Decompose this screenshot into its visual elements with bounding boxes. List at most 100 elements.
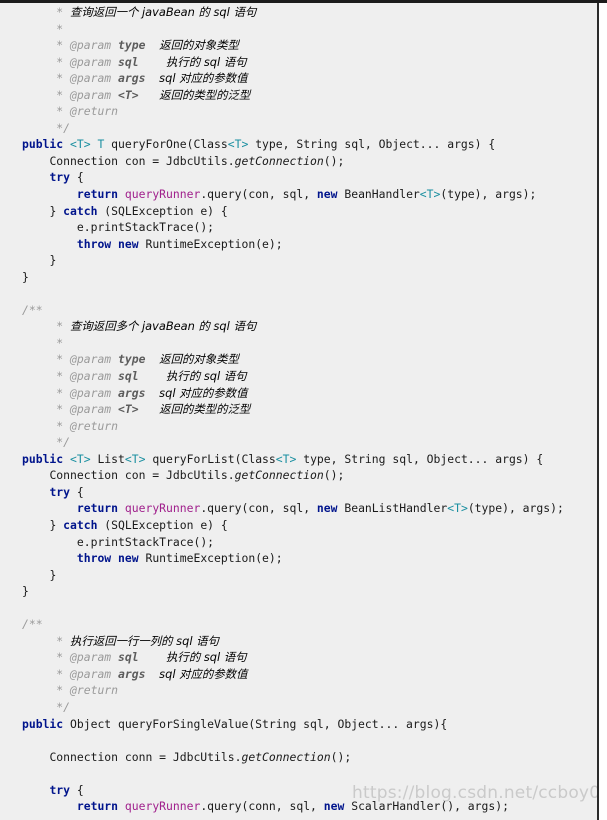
code-line[interactable]: }	[0, 583, 599, 600]
code-line[interactable]: * 查询返回一个 javaBean 的 sql 语句	[0, 4, 599, 21]
code-token-plain: (type), args);	[440, 187, 537, 202]
code-token-cjk: 返回的对象类型	[159, 352, 239, 367]
code-line[interactable]: try {	[0, 782, 599, 799]
code-line[interactable]: * @return	[0, 682, 599, 699]
code-line[interactable]: /**	[0, 616, 599, 633]
code-token-plain: .query(con, sql,	[200, 501, 317, 516]
code-token-plain: .query(con, sql,	[200, 187, 317, 202]
code-line[interactable]: * @return	[0, 418, 599, 435]
code-token-comment	[145, 38, 159, 52]
code-line[interactable]: *	[0, 21, 599, 38]
code-line[interactable]	[0, 732, 599, 749]
code-line[interactable]: *	[0, 335, 599, 352]
code-line[interactable]: throw new RuntimeException(e);	[0, 550, 599, 567]
code-line[interactable]: try {	[0, 484, 599, 501]
code-line[interactable]: * @param type 返回的对象类型	[0, 37, 599, 54]
code-token-comment	[145, 352, 159, 366]
code-token-keyword: throw	[76, 236, 112, 251]
code-line[interactable]: e.printStackTrace();	[0, 534, 599, 551]
code-line[interactable]: */	[0, 699, 599, 716]
code-token-comment: * @param	[49, 369, 119, 384]
code-token-static: getConnection	[234, 468, 324, 483]
code-token-cjk: sql 对应的参数值	[159, 71, 248, 86]
code-line[interactable]: /**	[0, 302, 599, 319]
code-token-field: queryRunner	[124, 799, 201, 814]
code-token-plain: Object queryForSingleValue(String sql, O…	[63, 716, 448, 731]
code-token-comment	[139, 369, 166, 383]
code-line[interactable]: e.printStackTrace();	[0, 219, 599, 236]
code-line[interactable]: Connection conn = JdbcUtils.getConnectio…	[0, 749, 599, 766]
code-line[interactable]: return queryRunner.query(conn, sql, new …	[0, 798, 599, 815]
code-line[interactable]: return queryRunner.query(con, sql, new B…	[0, 186, 599, 203]
code-token-cmt-param: type	[118, 352, 146, 367]
code-line[interactable]: Connection con = JdbcUtils.getConnection…	[0, 153, 599, 170]
code-line[interactable]: return queryRunner.query(con, sql, new B…	[0, 500, 599, 517]
code-line[interactable]: try {	[0, 169, 599, 186]
code-line[interactable]: public <T> List<T> queryForList(Class<T>…	[0, 451, 599, 468]
code-token-plain: ();	[323, 153, 345, 168]
code-line[interactable]	[0, 285, 599, 302]
code-line[interactable]: * @param <T> 返回的类型的泛型	[0, 401, 599, 418]
code-line[interactable]: * 查询返回多个 javaBean 的 sql 语句	[0, 318, 599, 335]
code-line[interactable]: } catch (SQLException e) {	[0, 517, 599, 534]
code-line[interactable]: * @param sql 执行的 sql 语句	[0, 368, 599, 385]
code-line[interactable]: }	[0, 252, 599, 269]
code-line[interactable]: * @param <T> 返回的类型的泛型	[0, 87, 599, 104]
code-line[interactable]: * @param args sql 对应的参数值	[0, 70, 599, 87]
code-token-comment: * @param	[49, 385, 119, 400]
code-token-keyword: throw	[76, 551, 112, 566]
code-line[interactable]: */	[0, 434, 599, 451]
code-token-cmt-param: type	[118, 38, 146, 53]
code-line[interactable]	[0, 600, 599, 617]
code-token-plain: .query(conn, sql,	[200, 799, 324, 814]
code-token-comment: *	[49, 319, 71, 334]
code-line[interactable]: * @param sql 执行的 sql 语句	[0, 54, 599, 71]
code-line[interactable]: public <T> T queryForOne(Class<T> type, …	[0, 136, 599, 153]
code-line[interactable]: * @param sql 执行的 sql 语句	[0, 649, 599, 666]
code-line[interactable]: } catch (SQLException e) {	[0, 203, 599, 220]
code-line[interactable]: public Object queryForSingleValue(String…	[0, 716, 599, 733]
code-token-cmt-param: args	[118, 385, 146, 400]
code-line[interactable]: * @return	[0, 103, 599, 120]
code-token-generic: <T>	[70, 137, 91, 152]
code-line[interactable]	[0, 765, 599, 782]
code-token-cmt-param: sql	[118, 369, 139, 384]
code-token-plain: {	[70, 484, 84, 499]
code-line[interactable]: throw new RuntimeException(e);	[0, 236, 599, 253]
code-token-comment: * @param	[49, 71, 119, 86]
code-token-comment: * @param	[49, 352, 119, 367]
code-line[interactable]: }	[0, 567, 599, 584]
code-line[interactable]: * @param args sql 对应的参数值	[0, 385, 599, 402]
code-token-comment: * @param	[49, 402, 119, 417]
code-token-comment: * @param	[49, 38, 119, 53]
code-editor-pane[interactable]: * 查询返回一个 javaBean 的 sql 语句 * * @param ty…	[0, 0, 607, 820]
code-token-comment: /**	[22, 617, 43, 632]
code-token-comment: * @param	[49, 87, 119, 102]
code-token-generic: <T>	[419, 187, 441, 202]
code-line[interactable]: * @param type 返回的对象类型	[0, 351, 599, 368]
code-line[interactable]: * 执行返回一行一列的 sql 语句	[0, 633, 599, 650]
code-line[interactable]: Connection con = JdbcUtils.getConnection…	[0, 467, 599, 484]
code-token-cjk: sql 对应的参数值	[159, 666, 248, 681]
code-content[interactable]: * 查询返回一个 javaBean 的 sql 语句 * * @param ty…	[0, 3, 599, 815]
code-line[interactable]: * @param args sql 对应的参数值	[0, 666, 599, 683]
code-line[interactable]: */	[0, 120, 599, 137]
code-token-comment	[145, 71, 159, 85]
code-line[interactable]: }	[0, 269, 599, 286]
